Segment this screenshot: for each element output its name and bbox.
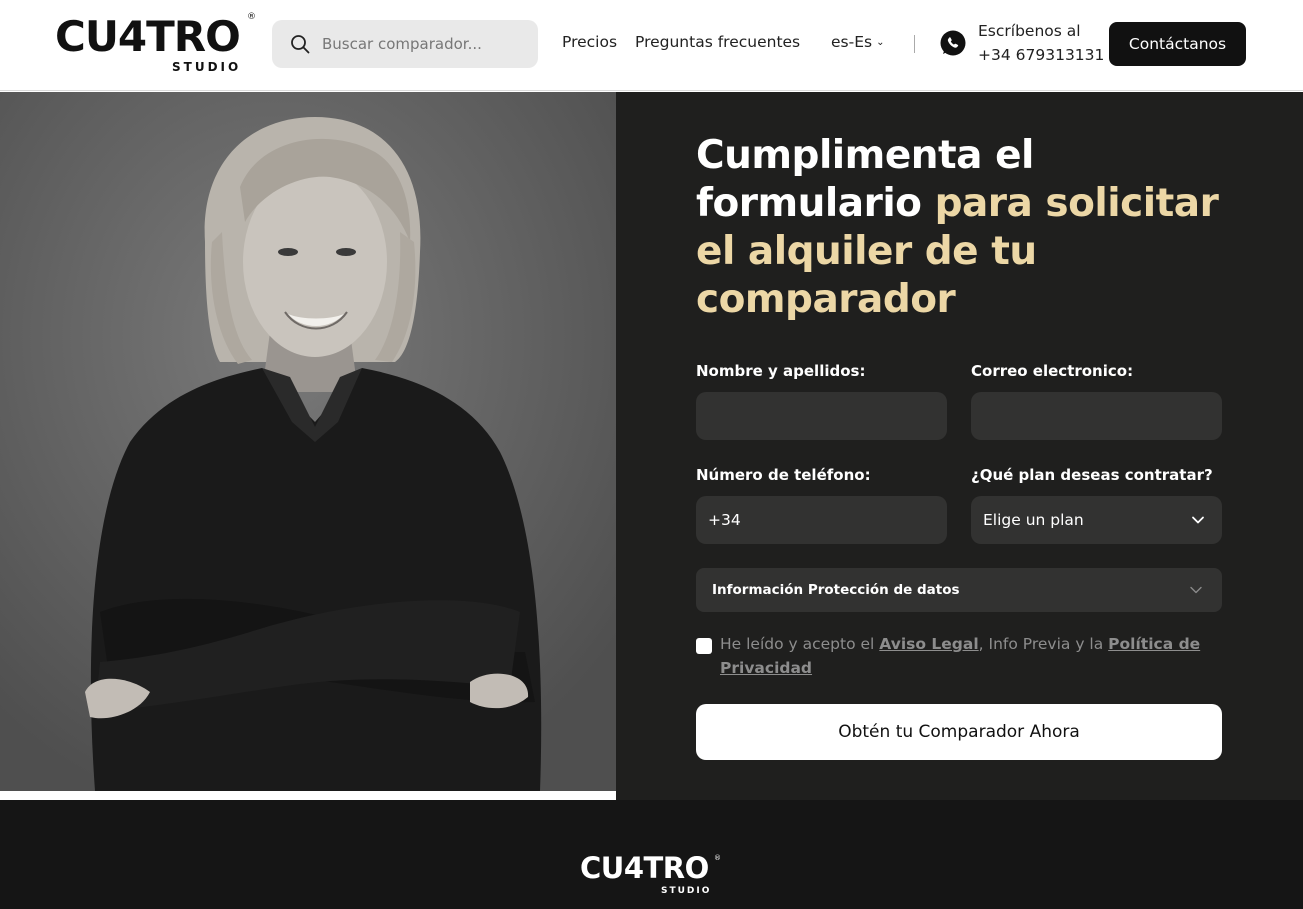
footer-logo-wordmark: CU4TRO	[580, 851, 709, 885]
search-bar	[272, 20, 538, 68]
rental-form-panel: Cumplimenta el formulario para solicitar…	[616, 92, 1303, 800]
footer-logo[interactable]: CU4TRO ® STUDIO	[580, 852, 725, 902]
nav-link-precios[interactable]: Precios	[562, 33, 617, 51]
privacy-accordion-label: Información Protección de datos	[712, 582, 960, 598]
search-icon[interactable]	[290, 34, 310, 54]
whatsapp-number[interactable]: +34 679313131	[978, 46, 1104, 64]
site-header: CU4TRO ® STUDIO Precios Preguntas frecue…	[0, 0, 1303, 91]
logo-subtitle: STUDIO	[172, 60, 242, 74]
header-divider	[914, 35, 915, 53]
nav-link-faq[interactable]: Preguntas frecuentes	[635, 33, 800, 51]
brand-logo[interactable]: CU4TRO ® STUDIO	[55, 12, 260, 76]
search-input[interactable]	[322, 20, 527, 68]
submit-button[interactable]: Obtén tu Comparador Ahora	[696, 704, 1222, 760]
consent-text: He leído y acepto el Aviso Legal, Info P…	[720, 632, 1220, 680]
logo-wordmark: CU4TRO	[55, 12, 241, 61]
phone-field[interactable]	[696, 496, 947, 544]
name-label: Nombre y apellidos:	[696, 362, 866, 380]
chevron-down-icon: ⌄	[876, 37, 885, 48]
plan-label: ¿Qué plan deseas contratar?	[971, 466, 1213, 484]
contact-button[interactable]: Contáctanos	[1109, 22, 1246, 66]
chevron-down-icon	[1192, 516, 1204, 524]
email-label: Correo electronico:	[971, 362, 1134, 380]
plan-select[interactable]: Elige un plan	[971, 496, 1222, 544]
legal-notice-link[interactable]: Aviso Legal	[879, 635, 978, 653]
whatsapp-icon[interactable]	[939, 29, 967, 57]
privacy-info-accordion[interactable]: Información Protección de datos	[696, 568, 1222, 612]
hero-photo	[0, 92, 616, 791]
plan-selected-value: Elige un plan	[983, 511, 1084, 529]
language-label: es-Es	[831, 33, 873, 51]
phone-label: Número de teléfono:	[696, 466, 871, 484]
consent-prefix: He leído y acepto el	[720, 635, 880, 653]
whatsapp-caption: Escríbenos al	[978, 22, 1081, 40]
email-field[interactable]	[971, 392, 1222, 440]
site-footer: CU4TRO ® STUDIO	[0, 800, 1303, 909]
language-selector[interactable]: es-Es ⌄	[831, 33, 884, 51]
consent-middle: , Info Previa y la	[978, 635, 1109, 653]
name-field[interactable]	[696, 392, 947, 440]
photo-bottom-gap	[0, 791, 616, 800]
footer-registered-mark: ®	[714, 854, 721, 862]
registered-mark: ®	[247, 12, 256, 22]
form-headline: Cumplimenta el formulario para solicitar…	[696, 132, 1236, 324]
footer-logo-subtitle: STUDIO	[661, 886, 712, 896]
consent-checkbox[interactable]	[696, 638, 712, 654]
chevron-down-icon	[1190, 586, 1202, 594]
